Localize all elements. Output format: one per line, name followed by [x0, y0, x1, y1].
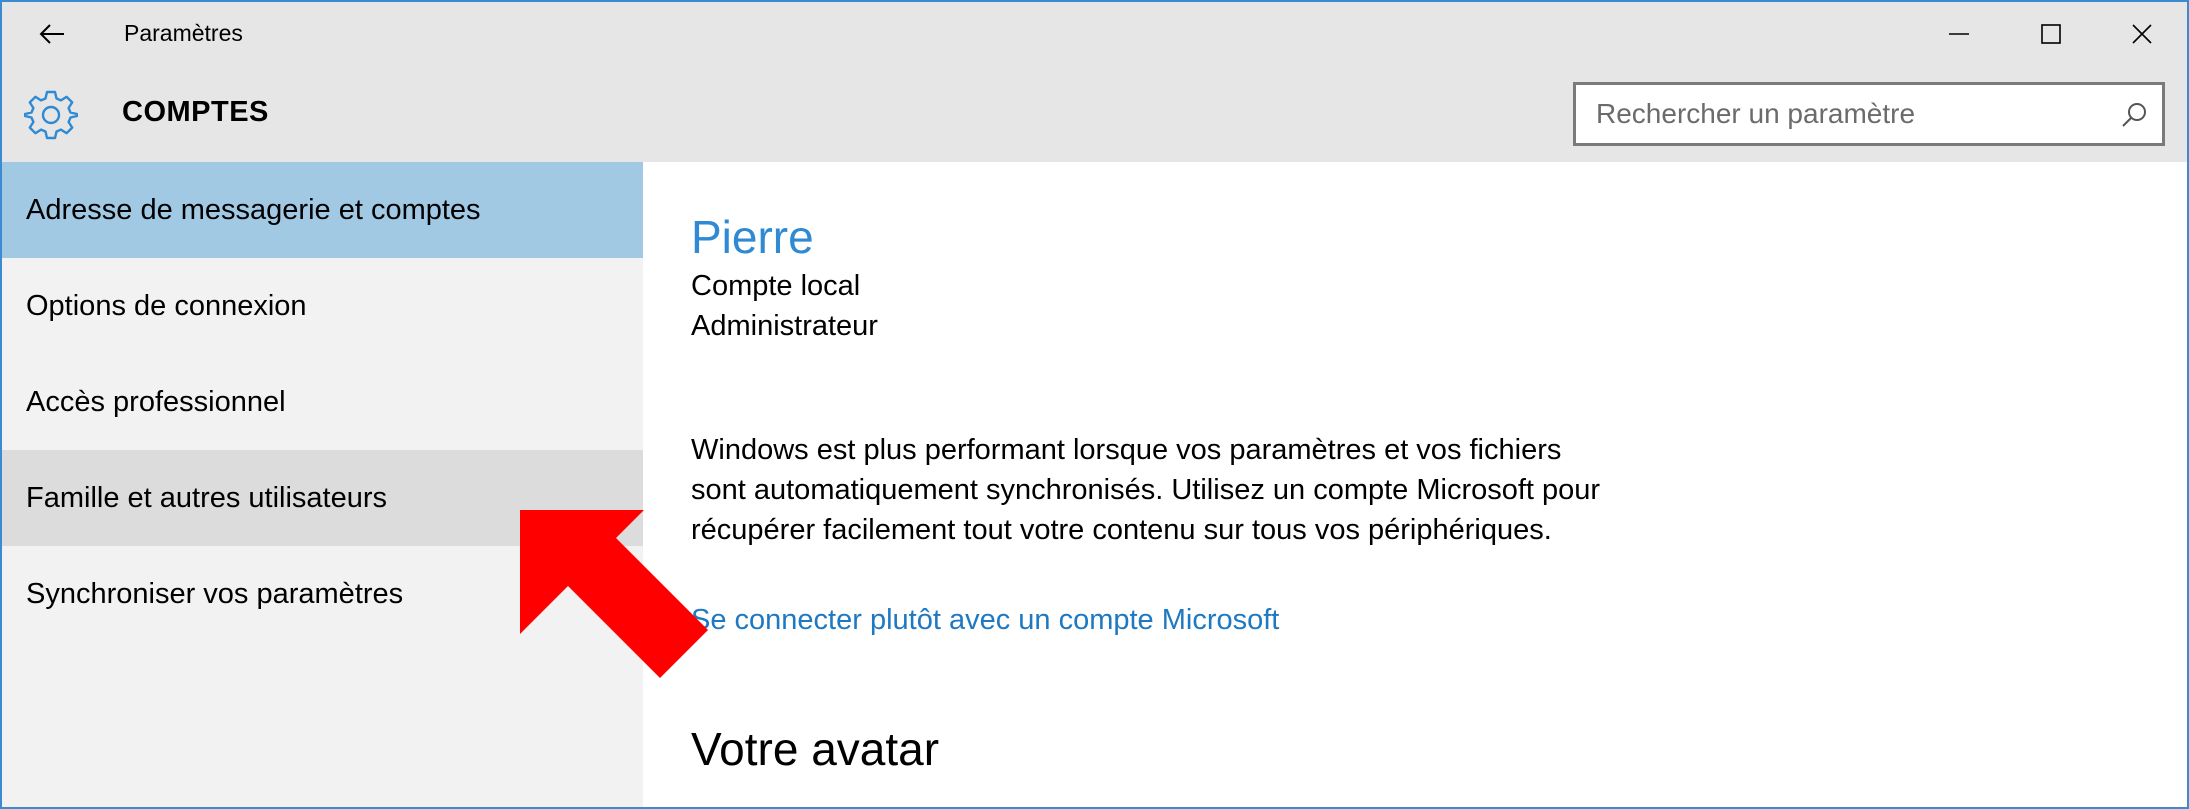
- minimize-icon: [1949, 33, 1969, 35]
- search-input[interactable]: [1576, 85, 2162, 143]
- maximize-icon: [2041, 24, 2061, 44]
- microsoft-account-link[interactable]: Se connecter plutôt avec un compte Micro…: [691, 604, 1279, 637]
- sidebar-item-label: Accès professionnel: [26, 385, 286, 418]
- search-box[interactable]: [1573, 82, 2165, 146]
- close-button[interactable]: [2110, 10, 2174, 58]
- sidebar-item-label: Synchroniser vos paramètres: [26, 577, 404, 610]
- sidebar-item-work-access[interactable]: Accès professionnel: [2, 354, 643, 450]
- sidebar-item-sign-in-options[interactable]: Options de connexion: [2, 258, 643, 354]
- account-type: Compte local: [691, 270, 861, 302]
- sidebar-item-email-accounts[interactable]: Adresse de messagerie et comptes: [2, 162, 643, 258]
- back-button[interactable]: [32, 16, 72, 52]
- sync-description: Windows est plus performant lorsque vos …: [691, 434, 1601, 546]
- back-arrow-icon: [39, 24, 64, 44]
- sidebar-nav: Adresse de messagerie et comptes Options…: [2, 162, 643, 807]
- sidebar-item-label: Options de connexion: [26, 289, 307, 322]
- main-content: Pierre Compte local Administrateur Windo…: [643, 162, 2187, 807]
- page-title: COMPTES: [122, 96, 269, 128]
- page-header: COMPTES: [2, 68, 2187, 162]
- gear-icon: [24, 90, 78, 140]
- settings-window: Paramètres COMPTES Rechercher un paramèt…: [0, 0, 2189, 809]
- annotation-arrow-icon: [520, 510, 708, 678]
- window-title: Paramètres: [124, 20, 243, 46]
- close-icon: [2132, 24, 2152, 44]
- maximize-button[interactable]: [2019, 10, 2083, 58]
- minimize-button[interactable]: [1927, 10, 1991, 58]
- search-icon[interactable]: [2120, 101, 2148, 129]
- avatar-heading: Votre avatar: [691, 723, 940, 775]
- user-name: Pierre: [691, 211, 814, 263]
- account-role: Administrateur: [691, 310, 878, 342]
- sidebar-item-label: Famille et autres utilisateurs: [26, 481, 388, 514]
- title-bar: Paramètres: [2, 2, 2187, 68]
- sidebar-item-label: Adresse de messagerie et comptes: [26, 193, 481, 226]
